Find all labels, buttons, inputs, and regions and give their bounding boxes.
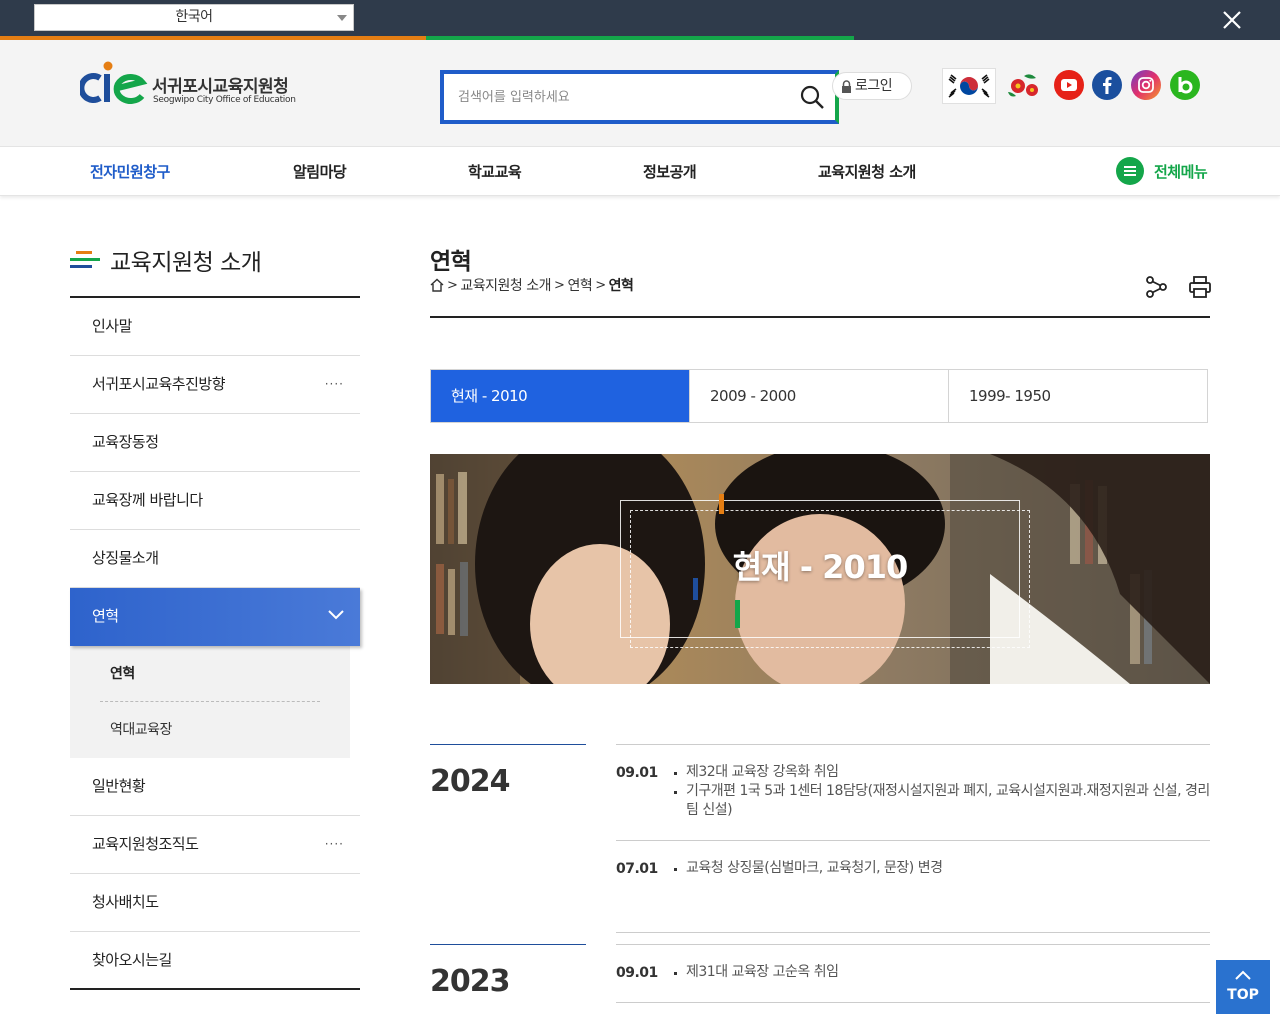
title-divider xyxy=(430,316,1210,318)
search-box xyxy=(440,70,839,124)
logo[interactable]: 서귀포시교육지원청 Seogwipo City Office of Educat… xyxy=(78,60,300,106)
main-navigation: 전자민원창구 알림마당 학교교육 정보공개 교육지원청 소개 전체메뉴 xyxy=(0,146,1280,196)
home-icon[interactable] xyxy=(430,278,444,292)
sidebar-menu: 인사말 서귀포시교육추진방향 ···· 교육장동정 교육장께 바랍니다 상징물소개… xyxy=(70,298,360,990)
chevron-down-icon xyxy=(328,610,344,620)
site-header: 서귀포시교육지원청 Seogwipo City Office of Educat… xyxy=(0,40,1280,146)
chevron-up-icon xyxy=(1235,970,1251,980)
sidebar-item-direction[interactable]: 서귀포시교육추진방향 ···· xyxy=(70,356,360,414)
sidebar-submenu: 연혁 역대교육장 xyxy=(70,646,350,758)
year-divider xyxy=(430,744,586,745)
hero-banner: 현재 - 2010 xyxy=(430,454,1210,684)
hero-title: 현재 - 2010 xyxy=(732,548,909,586)
orange-marker xyxy=(719,494,724,514)
sidebar-item-history[interactable]: 연혁 xyxy=(70,588,360,646)
login-button[interactable]: 로그인 xyxy=(832,72,912,100)
blog-icon[interactable] xyxy=(1170,70,1200,100)
sidebar-title-text: 교육지원청 소개 xyxy=(110,250,262,276)
breadcrumb-current: 연혁 xyxy=(608,278,634,294)
breadcrumb-separator: > xyxy=(447,277,458,293)
logo-subtitle: Seogwipo City Office of Education xyxy=(153,95,296,105)
logo-title: 서귀포시교육지원청 xyxy=(152,77,289,97)
scroll-top-label: TOP xyxy=(1227,987,1259,1003)
facebook-icon[interactable] xyxy=(1092,70,1122,100)
print-icon[interactable] xyxy=(1188,275,1212,299)
history-entry: 09.01 제31대 교육장 고순옥 취임 xyxy=(616,945,1210,1003)
sidebar-item-label: 교육장동정 xyxy=(92,433,159,451)
sidebar-item-directions[interactable]: 찾아오시는길 xyxy=(70,932,360,990)
sidebar-item-label: 청사배치도 xyxy=(92,893,159,911)
sidebar-item-label: 교육지원청조직도 xyxy=(92,835,199,853)
entry-item: 기구개편 1국 5과 1센터 18담당(재정시설지원과 폐지, 교육시설지원과.… xyxy=(674,783,1210,818)
top-bar: 한국어 xyxy=(0,0,1280,40)
more-dots-icon: ···· xyxy=(324,377,344,391)
entry-date: 07.01 xyxy=(616,861,658,877)
search-input[interactable] xyxy=(458,85,778,109)
sidebar-item-superintendent-news[interactable]: 교육장동정 xyxy=(70,414,360,472)
entry-date: 09.01 xyxy=(616,965,658,981)
submenu-item-history[interactable]: 연혁 xyxy=(100,646,320,702)
submenu-item-past-superintendents[interactable]: 역대교육장 xyxy=(100,702,320,758)
breadcrumb-item[interactable]: 연혁 xyxy=(567,275,592,295)
gnb-item-notice[interactable]: 알림마당 xyxy=(293,161,347,182)
sidebar-item-label: 연혁 xyxy=(92,607,119,625)
page-title: 연혁 xyxy=(430,249,472,275)
login-label: 로그인 xyxy=(855,78,893,94)
youtube-icon[interactable] xyxy=(1054,70,1084,100)
sidebar-item-label: 찾아오시는길 xyxy=(92,951,172,969)
instagram-icon[interactable] xyxy=(1131,70,1161,100)
tab-present-2010[interactable]: 현재 - 2010 xyxy=(431,370,689,422)
sidebar-item-building-layout[interactable]: 청사배치도 xyxy=(70,874,360,932)
tab-1999-1950[interactable]: 1999- 1950 xyxy=(948,370,1207,422)
language-select-value: 한국어 xyxy=(175,9,213,25)
sidebar-title: 교육지원청 소개 xyxy=(70,242,360,298)
language-select[interactable]: 한국어 xyxy=(34,4,354,31)
year-divider xyxy=(430,944,586,945)
history-year: 2024 xyxy=(430,764,510,799)
green-marker xyxy=(735,600,740,628)
tab-2009-2000[interactable]: 2009 - 2000 xyxy=(689,370,948,422)
entry-item: 교육청 상징물(심벌마크, 교육청기, 문장) 변경 xyxy=(674,859,1210,878)
history-year: 2023 xyxy=(430,964,510,999)
sidebar-item-label: 상징물소개 xyxy=(92,549,159,567)
sidebar-item-label: 인사말 xyxy=(92,317,132,335)
sidebar-item-greeting[interactable]: 인사말 xyxy=(70,298,360,356)
more-dots-icon: ···· xyxy=(324,837,344,851)
logo-mark-icon xyxy=(78,61,148,104)
scroll-top-button[interactable]: TOP xyxy=(1216,960,1270,1014)
all-menu-label: 전체메뉴 xyxy=(1154,163,1208,181)
gnb-item-about[interactable]: 교육지원청 소개 xyxy=(818,161,916,182)
sidebar-item-suggestions[interactable]: 교육장께 바랍니다 xyxy=(70,472,360,530)
entry-date: 09.01 xyxy=(616,765,658,781)
gnb-item-information[interactable]: 정보공개 xyxy=(643,161,697,182)
history-entry: 07.01 교육청 상징물(심벌마크, 교육청기, 문장) 변경 xyxy=(616,841,1210,933)
menu-lines-icon xyxy=(70,251,100,268)
history-entries: 09.01 제31대 교육장 고순옥 취임 xyxy=(616,944,1210,1003)
gnb-item-school-education[interactable]: 학교교육 xyxy=(468,161,522,182)
history-entries: 09.01 제32대 교육장 강옥화 취임 기구개편 1국 5과 1센터 18담… xyxy=(616,744,1210,933)
sidebar-item-label: 교육장께 바랍니다 xyxy=(92,491,203,509)
period-tabs: 현재 - 2010 2009 - 2000 1999- 1950 xyxy=(430,369,1208,423)
camellia-icon[interactable] xyxy=(1006,70,1038,100)
sidebar-item-general-status[interactable]: 일반현황 xyxy=(70,758,360,816)
taegukgi-icon[interactable] xyxy=(942,68,996,104)
entry-item: 제32대 교육장 강옥화 취임 xyxy=(674,763,1210,782)
entry-item: 제31대 교육장 고순옥 취임 xyxy=(674,963,1210,982)
share-icon[interactable] xyxy=(1144,275,1168,299)
sidebar-item-org-chart[interactable]: 교육지원청조직도 ···· xyxy=(70,816,360,874)
hamburger-icon xyxy=(1116,157,1144,185)
close-icon[interactable] xyxy=(1220,8,1244,32)
breadcrumb-item[interactable]: 교육지원청 소개 xyxy=(460,275,551,295)
breadcrumb: > 교육지원청 소개 > 연혁 > 연혁 xyxy=(430,275,634,295)
sidebar-item-label: 서귀포시교육추진방향 xyxy=(92,375,226,393)
sidebar-item-label: 일반현황 xyxy=(92,777,146,795)
search-icon[interactable] xyxy=(799,84,825,110)
breadcrumb-separator: > xyxy=(595,277,606,293)
lock-icon xyxy=(842,80,851,93)
history-entry: 09.01 제32대 교육장 강옥화 취임 기구개편 1국 5과 1센터 18담… xyxy=(616,745,1210,841)
breadcrumb-separator: > xyxy=(554,277,565,293)
sidebar-item-symbols[interactable]: 상징물소개 xyxy=(70,530,360,588)
chevron-down-icon xyxy=(337,15,347,21)
gnb-item-e-petition[interactable]: 전자민원창구 xyxy=(90,161,170,182)
